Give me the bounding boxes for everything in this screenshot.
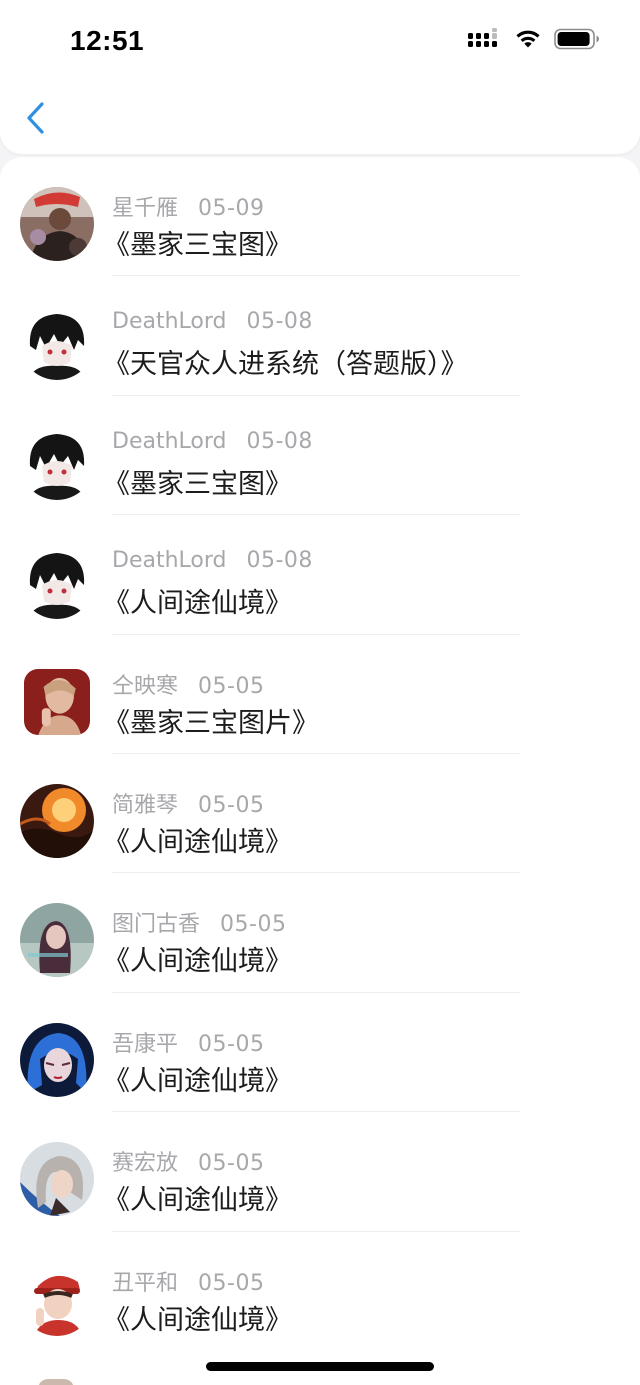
list-item[interactable]: DeathLord 05-08 《人间途仙境》	[0, 515, 640, 635]
avatar[interactable]	[24, 668, 90, 735]
author-name: DeathLord	[112, 428, 227, 454]
avatar[interactable]	[20, 425, 94, 500]
item-title: 《人间途仙境》	[103, 1065, 292, 1097]
item-date: 05-05	[198, 1270, 265, 1296]
item-meta: DeathLord 05-08	[112, 429, 313, 454]
screen: 12:51 星千雁 05-09 《墨家三宝图》 DeathLord 05-08 …	[0, 0, 640, 1385]
avatar[interactable]	[20, 187, 94, 261]
item-title: 《墨家三宝图片》	[103, 707, 319, 739]
list-item[interactable]: 仝映寒 05-05 《墨家三宝图片》	[0, 635, 640, 754]
item-meta: 星千雁 05-09	[112, 190, 264, 222]
chevron-left-icon	[25, 101, 47, 139]
item-date: 05-09	[198, 196, 265, 221]
battery-icon	[554, 28, 600, 54]
list-item[interactable]: 图门古香 05-05 《人间途仙境》	[0, 873, 640, 993]
list-item[interactable]: 丑平和 05-05 《人间途仙境》	[0, 1232, 640, 1351]
status-bar: 12:51	[0, 0, 640, 84]
item-meta: DeathLord 05-08	[112, 548, 313, 573]
item-title: 《人间途仙境》	[103, 1304, 292, 1336]
status-time: 12:51	[70, 25, 145, 56]
list-item[interactable]: 星千雁 05-09 《墨家三宝图》	[0, 157, 640, 277]
author-name: DeathLord	[112, 309, 227, 335]
item-date: 05-05	[198, 792, 265, 818]
item-date: 05-05	[198, 673, 265, 699]
top-bar: 12:51	[0, 0, 640, 154]
item-title: 《墨家三宝图》	[103, 230, 292, 261]
author-name: 仝映寒	[112, 673, 179, 699]
home-indicator[interactable]	[206, 1362, 434, 1371]
avatar[interactable]	[20, 1022, 94, 1097]
item-meta: 丑平和 05-05	[112, 1265, 264, 1297]
item-title: 《人间途仙境》	[103, 1185, 292, 1217]
history-list: 星千雁 05-09 《墨家三宝图》 DeathLord 05-08 《天官众人进…	[0, 157, 640, 1385]
list-item[interactable]: DeathLord 05-08 《天官众人进系统（答题版）》	[0, 276, 640, 396]
avatar[interactable]	[20, 545, 94, 620]
author-name: 丑平和	[112, 1270, 179, 1296]
author-name: 图门古香	[112, 912, 201, 938]
avatar[interactable]	[20, 783, 94, 858]
list-item[interactable]: 吾康平 05-05 《人间途仙境》	[0, 993, 640, 1113]
list-item[interactable]: 简雅琴 05-05 《人间途仙境》	[0, 754, 640, 874]
item-date: 05-05	[220, 912, 287, 938]
back-button[interactable]	[16, 96, 56, 144]
author-name: 星千雁	[112, 196, 179, 221]
list-item[interactable]: 赛宏放 05-05 《人间途仙境》	[0, 1112, 640, 1232]
item-meta: 图门古香 05-05	[112, 906, 286, 938]
avatar	[38, 1379, 74, 1385]
item-date: 05-05	[198, 1151, 265, 1177]
avatar[interactable]	[20, 1142, 94, 1217]
item-title: 《墨家三宝图》	[103, 468, 292, 500]
item-title: 《人间途仙境》	[103, 946, 292, 978]
item-meta: DeathLord 05-08	[112, 309, 313, 334]
author-name: 吾康平	[112, 1031, 179, 1057]
author-name: 赛宏放	[112, 1151, 179, 1177]
author-name: 简雅琴	[112, 792, 179, 818]
item-title: 《天官众人进系统（答题版）》	[103, 349, 468, 381]
item-title: 《人间途仙境》	[103, 588, 292, 620]
item-meta: 赛宏放 05-05	[112, 1145, 264, 1177]
item-meta: 仝映寒 05-05	[112, 668, 264, 700]
item-meta: 简雅琴 05-05	[112, 787, 264, 819]
item-date: 05-08	[246, 428, 313, 454]
item-date: 05-05	[198, 1031, 265, 1057]
avatar[interactable]	[20, 1261, 94, 1336]
author-name: DeathLord	[112, 548, 227, 574]
item-date: 05-08	[246, 309, 313, 335]
item-title: 《人间途仙境》	[103, 826, 292, 858]
status-icons	[468, 28, 600, 54]
wifi-icon	[514, 28, 542, 54]
item-meta: 吾康平 05-05	[112, 1026, 264, 1058]
list-item[interactable]: DeathLord 05-08 《墨家三宝图》	[0, 396, 640, 516]
avatar[interactable]	[20, 306, 94, 381]
cellular-signal-icon	[468, 28, 502, 54]
avatar[interactable]	[20, 903, 94, 978]
item-date: 05-08	[246, 548, 313, 574]
